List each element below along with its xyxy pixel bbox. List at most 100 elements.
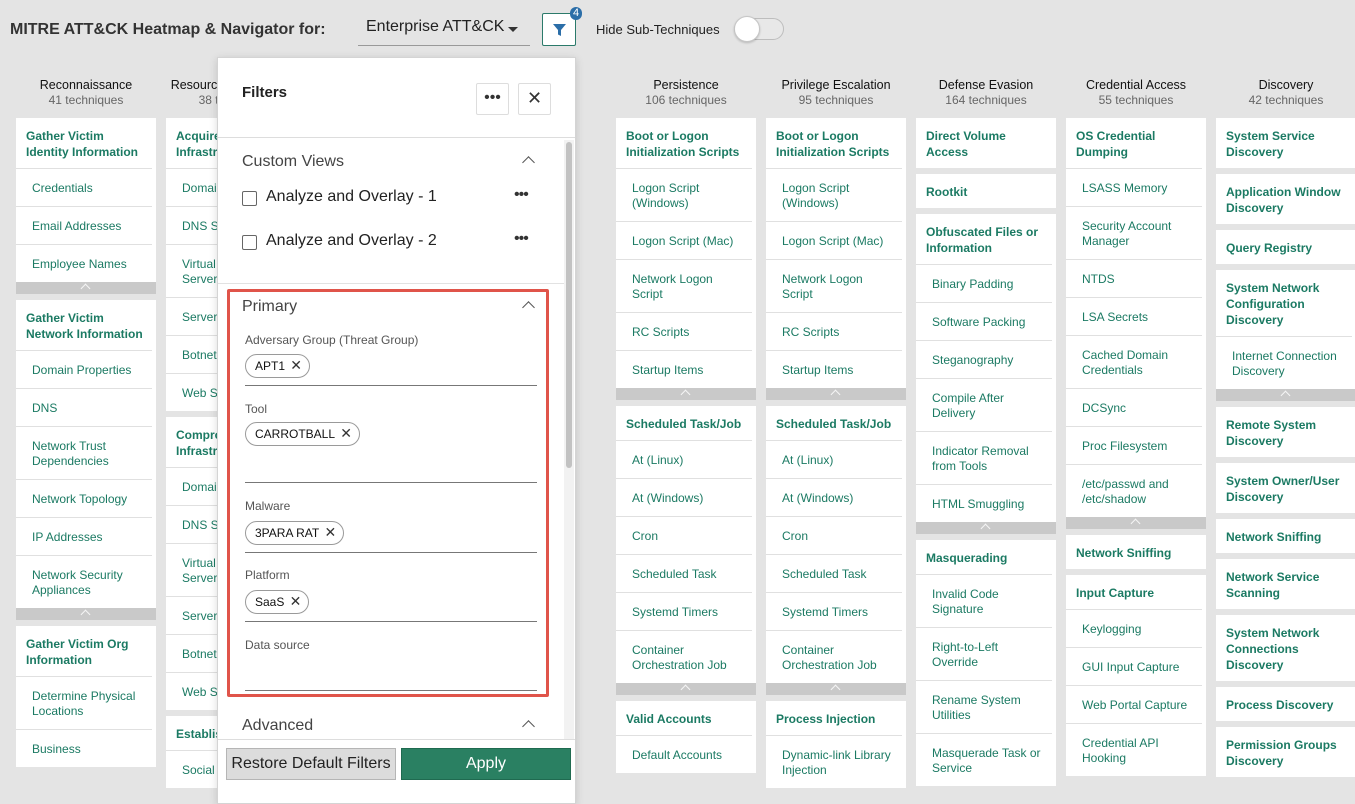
data-source-input[interactable] bbox=[245, 690, 537, 691]
collapse-sub-techniques-bar[interactable] bbox=[616, 683, 756, 695]
collapse-sub-techniques-bar[interactable] bbox=[916, 522, 1056, 534]
sub-technique[interactable]: NTDS bbox=[1066, 259, 1202, 297]
sub-technique[interactable]: Steganography bbox=[916, 340, 1052, 378]
sub-technique[interactable]: Determine Physical Locations bbox=[16, 676, 152, 729]
sub-technique[interactable]: Container Orchestration Job bbox=[766, 630, 902, 683]
technique-title[interactable]: Process Discovery bbox=[1216, 687, 1355, 721]
chevron-up-icon[interactable] bbox=[522, 720, 535, 733]
collapse-sub-techniques-bar[interactable] bbox=[1216, 389, 1355, 401]
technique-title[interactable]: Application Window Discovery bbox=[1216, 174, 1355, 224]
sub-technique[interactable]: Systemd Timers bbox=[616, 592, 752, 630]
sub-technique[interactable]: RC Scripts bbox=[616, 312, 752, 350]
technique-title[interactable]: Remote System Discovery bbox=[1216, 407, 1355, 457]
sub-technique[interactable]: Logon Script (Mac) bbox=[766, 221, 902, 259]
tactic-header[interactable]: Defense Evasion 164 techniques bbox=[916, 78, 1056, 118]
sub-technique[interactable]: Rename System Utilities bbox=[916, 680, 1052, 733]
filters-scrollbar[interactable] bbox=[564, 140, 574, 740]
sub-technique[interactable]: /etc/passwd and /etc/shadow bbox=[1066, 464, 1202, 517]
sub-technique[interactable]: Employee Names bbox=[16, 244, 152, 282]
chip-remove-icon[interactable]: ✕ bbox=[290, 593, 302, 610]
sub-technique[interactable]: At (Linux) bbox=[616, 440, 752, 478]
technique-title[interactable]: System Network Configuration Discovery bbox=[1216, 270, 1355, 336]
sub-technique[interactable]: Logon Script (Windows) bbox=[766, 168, 902, 221]
collapse-sub-techniques-bar[interactable] bbox=[766, 388, 906, 400]
technique-title[interactable]: Obfuscated Files or Information bbox=[916, 214, 1056, 264]
sub-technique[interactable]: LSASS Memory bbox=[1066, 168, 1202, 206]
sub-technique[interactable]: Network Logon Script bbox=[766, 259, 902, 312]
sub-technique[interactable]: Business bbox=[16, 729, 152, 767]
custom-view-menu-button[interactable]: ••• bbox=[514, 230, 529, 248]
technique-title[interactable]: Permission Groups Discovery bbox=[1216, 727, 1355, 777]
sub-technique[interactable]: DNS bbox=[16, 388, 152, 426]
technique-title[interactable]: Query Registry bbox=[1216, 230, 1355, 264]
tactic-header[interactable]: Credential Access 55 techniques bbox=[1066, 78, 1206, 118]
malware-input[interactable] bbox=[245, 552, 537, 553]
sub-technique[interactable]: Invalid Code Signature bbox=[916, 574, 1052, 627]
matrix-select[interactable]: Enterprise ATT&CK bbox=[358, 12, 530, 46]
sub-technique[interactable]: Cached Domain Credentials bbox=[1066, 335, 1202, 388]
sub-technique[interactable]: Keylogging bbox=[1066, 609, 1202, 647]
sub-technique[interactable]: Email Addresses bbox=[16, 206, 152, 244]
sub-technique[interactable]: Container Orchestration Job bbox=[616, 630, 752, 683]
custom-view-menu-button[interactable]: ••• bbox=[514, 186, 529, 204]
chip-remove-icon[interactable]: ✕ bbox=[325, 524, 337, 541]
sub-technique[interactable]: Masquerade Task or Service bbox=[916, 733, 1052, 786]
technique-title[interactable]: Network Sniffing bbox=[1066, 535, 1206, 569]
sub-technique[interactable]: Compile After Delivery bbox=[916, 378, 1052, 431]
advanced-heading[interactable]: Advanced bbox=[242, 717, 313, 735]
sub-technique[interactable]: Web Portal Capture bbox=[1066, 685, 1202, 723]
scrollbar-thumb[interactable] bbox=[566, 142, 572, 468]
collapse-sub-techniques-bar[interactable] bbox=[1066, 517, 1206, 529]
technique-title[interactable]: Process Injection bbox=[766, 701, 906, 735]
technique-title[interactable]: Valid Accounts bbox=[616, 701, 756, 735]
tactic-header[interactable]: Privilege Escalation 95 techniques bbox=[766, 78, 906, 118]
technique-title[interactable]: Gather Victim Org Information bbox=[16, 626, 156, 676]
technique-title[interactable]: Network Service Scanning bbox=[1216, 559, 1355, 609]
sub-technique[interactable]: Credentials bbox=[16, 168, 152, 206]
sub-technique[interactable]: At (Linux) bbox=[766, 440, 902, 478]
sub-technique[interactable]: DCSync bbox=[1066, 388, 1202, 426]
technique-title[interactable]: Masquerading bbox=[916, 540, 1056, 574]
technique-title[interactable]: Input Capture bbox=[1066, 575, 1206, 609]
collapse-sub-techniques-bar[interactable] bbox=[616, 388, 756, 400]
chip-remove-icon[interactable]: ✕ bbox=[340, 425, 352, 442]
sub-technique[interactable]: Logon Script (Windows) bbox=[616, 168, 752, 221]
sub-technique[interactable]: Network Security Appliances bbox=[16, 555, 152, 608]
adversary-group-input[interactable] bbox=[245, 385, 537, 386]
sub-technique[interactable]: RC Scripts bbox=[766, 312, 902, 350]
sub-technique[interactable]: Logon Script (Mac) bbox=[616, 221, 752, 259]
sub-technique[interactable]: Network Logon Script bbox=[616, 259, 752, 312]
collapse-sub-techniques-bar[interactable] bbox=[766, 683, 906, 695]
chevron-up-icon[interactable] bbox=[522, 156, 535, 169]
technique-title[interactable]: Gather Victim Identity Information bbox=[16, 118, 156, 168]
technique-title[interactable]: Gather Victim Network Information bbox=[16, 300, 156, 350]
sub-technique[interactable]: At (Windows) bbox=[616, 478, 752, 516]
sub-technique[interactable]: GUI Input Capture bbox=[1066, 647, 1202, 685]
sub-technique[interactable]: Cron bbox=[766, 516, 902, 554]
sub-technique[interactable]: Cron bbox=[616, 516, 752, 554]
sub-technique[interactable]: IP Addresses bbox=[16, 517, 152, 555]
technique-title[interactable]: OS Credential Dumping bbox=[1066, 118, 1206, 168]
chip-remove-icon[interactable]: ✕ bbox=[290, 357, 302, 374]
sub-technique[interactable]: Binary Padding bbox=[916, 264, 1052, 302]
close-icon[interactable]: ✕ bbox=[518, 83, 551, 115]
technique-title[interactable]: System Network Connections Discovery bbox=[1216, 615, 1355, 681]
custom-view-checkbox[interactable] bbox=[242, 191, 257, 206]
sub-technique[interactable]: Network Topology bbox=[16, 479, 152, 517]
technique-title[interactable]: System Owner/User Discovery bbox=[1216, 463, 1355, 513]
hide-sub-techniques-toggle[interactable] bbox=[734, 16, 784, 42]
primary-heading[interactable]: Primary bbox=[242, 298, 297, 316]
sub-technique[interactable]: Credential API Hooking bbox=[1066, 723, 1202, 776]
sub-technique[interactable]: Scheduled Task bbox=[616, 554, 752, 592]
technique-title[interactable]: Boot or Logon Initialization Scripts bbox=[616, 118, 756, 168]
sub-technique[interactable]: Right-to-Left Override bbox=[916, 627, 1052, 680]
collapse-sub-techniques-bar[interactable] bbox=[16, 608, 156, 620]
technique-title[interactable]: Boot or Logon Initialization Scripts bbox=[766, 118, 906, 168]
sub-technique[interactable]: Network Trust Dependencies bbox=[16, 426, 152, 479]
sub-technique[interactable]: Proc Filesystem bbox=[1066, 426, 1202, 464]
technique-title[interactable]: Scheduled Task/Job bbox=[616, 406, 756, 440]
sub-technique[interactable]: Domain Properties bbox=[16, 350, 152, 388]
tactic-header[interactable]: Reconnaissance 41 techniques bbox=[16, 78, 156, 118]
technique-title[interactable]: Rootkit bbox=[916, 174, 1056, 208]
sub-technique[interactable]: At (Windows) bbox=[766, 478, 902, 516]
